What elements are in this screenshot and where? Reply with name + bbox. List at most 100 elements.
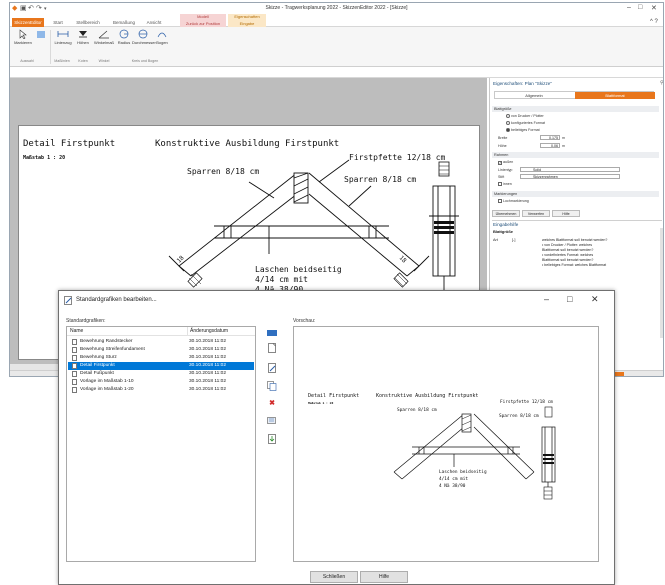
- help-sym: [-]: [512, 238, 516, 242]
- radius-label: Radius: [117, 40, 131, 45]
- tab-allgemein[interactable]: Allgemein: [495, 92, 573, 99]
- list-item[interactable]: Vorlage im Maßstab 1-20 30.10.2018 11:02: [68, 386, 254, 394]
- duplicate-graphic-button[interactable]: [266, 381, 278, 392]
- group-kreis-und-bogen: Kreis und Bogen: [131, 59, 159, 63]
- tab-bemassung[interactable]: Bemaßung: [110, 18, 138, 27]
- help-line: • beliebiges Format: welches Blattformat: [542, 263, 607, 267]
- properties-title: Eigenschaften: Plan "Skizze": [493, 81, 552, 86]
- radio-button[interactable]: [506, 114, 510, 118]
- list-item[interactable]: Bewehrung Randstecker 30.10.2018 11:02: [68, 338, 254, 346]
- tab-eingabe[interactable]: Eingabe: [228, 20, 266, 27]
- checkbox[interactable]: [498, 182, 502, 186]
- list-item[interactable]: Vorlage im Maßstab 1-10 30.10.2018 11:02: [68, 378, 254, 386]
- stift-label: Stift: [498, 175, 505, 179]
- tab-stellbereich[interactable]: Stellbereich: [70, 18, 106, 27]
- check-icon[interactable]: ✓: [498, 161, 502, 165]
- column-name[interactable]: Name: [67, 327, 187, 336]
- file-icon: [72, 355, 77, 361]
- pin-icon[interactable]: ⚲: [660, 80, 663, 86]
- maximize-icon[interactable]: □: [638, 4, 642, 11]
- export-icon: [267, 417, 276, 424]
- bogen-button[interactable]: Bogen: [155, 29, 169, 45]
- command-bar: [10, 67, 663, 78]
- section-markierungen[interactable]: Markierungen: [492, 191, 659, 197]
- new-graphic-button[interactable]: [266, 343, 278, 354]
- minimize-icon[interactable]: –: [627, 4, 631, 11]
- file-icon: [72, 347, 77, 353]
- verwerfen-button[interactable]: Verwerfen: [522, 210, 550, 217]
- radius-icon: [119, 29, 129, 39]
- dialog-title-bar: Standardgrafiken bearbeiten... – □ ✕: [59, 291, 614, 311]
- column-date[interactable]: Änderungsdatum: [187, 327, 255, 336]
- tab-skizzeneditor[interactable]: SkizzenEditor: [12, 18, 44, 27]
- item-date: 30.10.2018 11:02: [189, 355, 226, 360]
- checkbox-aussen[interactable]: ✓außen: [498, 160, 513, 165]
- radio-button[interactable]: [506, 121, 510, 125]
- angle-icon: [98, 30, 109, 39]
- tab-blattformat[interactable]: Blattformat: [575, 92, 655, 99]
- export-graphic-button[interactable]: [266, 416, 278, 427]
- close-icon[interactable]: ✕: [651, 4, 657, 12]
- delete-graphic-button[interactable]: ✖: [266, 398, 278, 409]
- hoehen-label: Höhen: [77, 40, 89, 45]
- checkbox-lochmarkierung[interactable]: Lochmarkierung: [498, 199, 529, 203]
- file-icon: [72, 339, 77, 345]
- breite-label: Breite: [498, 136, 508, 140]
- list-item[interactable]: Bewehrung Streifenfundament 30.10.2018 11…: [68, 346, 254, 354]
- uebernehmen-button[interactable]: Übernehmen: [492, 210, 520, 217]
- new-folder-button[interactable]: [266, 328, 278, 339]
- item-name: Detail Firstpunkt: [80, 363, 115, 368]
- tab-ansicht[interactable]: Ansicht: [142, 18, 166, 27]
- tab-zurueck-zur-position[interactable]: Zurück zur Position: [180, 20, 226, 27]
- list-label: Standardgrafiken:: [66, 318, 106, 324]
- tab-start[interactable]: Start: [48, 18, 68, 27]
- hoehe-field[interactable]: 0.06: [540, 143, 560, 148]
- edit-graphic-button[interactable]: [266, 363, 278, 374]
- select-area-icon[interactable]: [37, 31, 45, 38]
- graphics-list[interactable]: Name Änderungsdatum Bewehrung Randstecke…: [66, 326, 256, 562]
- preview-panel: Detail Firstpunkt Konstruktive Ausbildun…: [293, 326, 599, 562]
- hoehen-button[interactable]: Höhen: [76, 29, 90, 45]
- stift-select[interactable]: Skizzenrahmen: [520, 174, 620, 179]
- linienzug-button[interactable]: Linienzug: [53, 29, 73, 45]
- radio-konfiguriert[interactable]: konfiguriertes Format: [506, 121, 545, 125]
- section-rahmen[interactable]: Rahmen: [492, 152, 659, 158]
- preview-drawing: [393, 406, 556, 500]
- standardgrafiken-dialog: Standardgrafiken bearbeiten... – □ ✕ Sta…: [58, 290, 615, 585]
- radio-button[interactable]: [506, 128, 510, 132]
- dialog-title: Standardgrafiken bearbeiten...: [76, 297, 157, 303]
- winkelmass-button[interactable]: Winkelmaß: [93, 29, 115, 45]
- item-name: Bewehrung Streifenfundament: [80, 347, 145, 352]
- list-item[interactable]: Bewehrung Sturz 30.10.2018 11:02: [68, 354, 254, 362]
- breite-field[interactable]: 0.175: [540, 135, 560, 140]
- ribbon: Markieren Linienzug Höhen Winkelmaß Radi…: [10, 27, 663, 67]
- radio-drucker[interactable]: von Drucker / Plotter: [506, 114, 544, 118]
- dialog-minimize-icon[interactable]: –: [544, 294, 549, 304]
- import-graphic-button[interactable]: [266, 434, 278, 445]
- schliessen-button[interactable]: Schließen: [310, 571, 358, 583]
- radio-label: beliebiges Format: [511, 128, 540, 132]
- hilfe-button[interactable]: Hilfe: [552, 210, 580, 217]
- section-blattgroesse[interactable]: Blattgröße: [492, 106, 659, 112]
- list-item-selected[interactable]: Detail Firstpunkt 30.10.2018 11:02: [68, 362, 254, 370]
- ribbon-tabs: SkizzenEditor Start Stellbereich Bemaßun…: [10, 14, 663, 27]
- dialog-maximize-icon[interactable]: □: [567, 294, 572, 304]
- markieren-button[interactable]: Markieren: [12, 29, 34, 45]
- radius-button[interactable]: Radius: [117, 29, 131, 45]
- arc-icon: [157, 32, 167, 38]
- radio-beliebig[interactable]: beliebiges Format: [506, 128, 540, 132]
- winkelmass-label: Winkelmaß: [93, 40, 114, 45]
- item-date: 30.10.2018 11:02: [189, 379, 226, 384]
- dialog-close-icon[interactable]: ✕: [591, 294, 599, 305]
- help-scrollbar[interactable]: [660, 228, 663, 338]
- help-icon[interactable]: ^ ?: [650, 19, 658, 25]
- item-date: 30.10.2018 11:02: [189, 371, 226, 376]
- cursor-icon: [19, 29, 27, 39]
- list-item[interactable]: Detail Fußpunkt 30.10.2018 11:02: [68, 370, 254, 378]
- durchmesser-button[interactable]: Durchmesser: [132, 29, 156, 45]
- dialog-help-button[interactable]: Hilfe: [360, 571, 408, 583]
- diameter-icon: [138, 29, 148, 39]
- checkbox[interactable]: [498, 199, 502, 203]
- linientyp-select[interactable]: Solid: [520, 167, 620, 172]
- checkbox-innen[interactable]: innen: [498, 182, 512, 186]
